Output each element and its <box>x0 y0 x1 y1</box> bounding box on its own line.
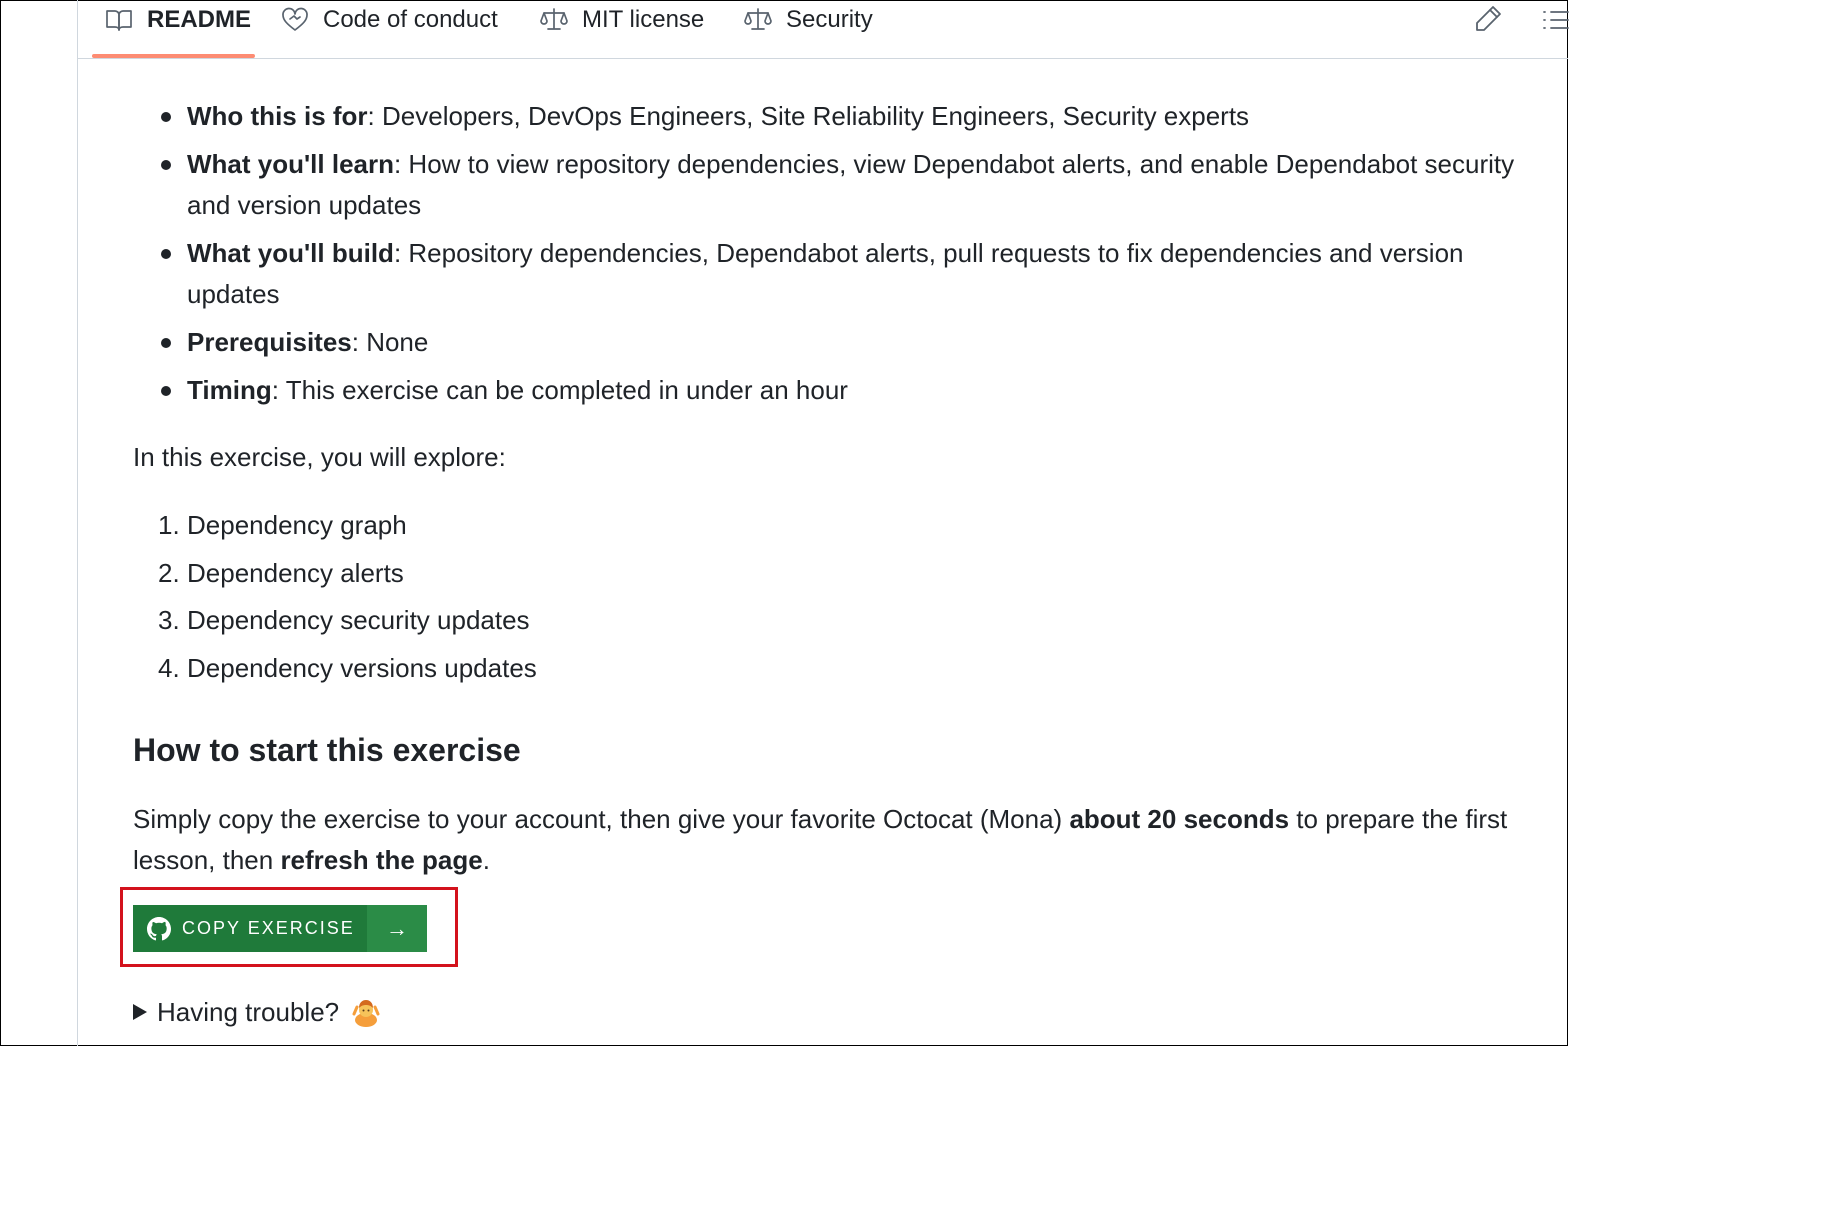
list-item: Who this is for: Developers, DevOps Engi… <box>133 96 1527 137</box>
list-item: Timing: This exercise can be completed i… <box>133 370 1527 411</box>
book-icon <box>106 10 132 31</box>
list-item: 2. Dependency alerts <box>158 557 404 588</box>
list-item: 1. Dependency graph <box>158 510 407 540</box>
list-item: What you'll learn: How to view repositor… <box>133 144 1527 226</box>
caret-right-icon <box>133 1004 147 1020</box>
github-mark-icon <box>147 916 171 940</box>
having-trouble-toggle[interactable]: Having trouble? <box>133 992 381 1032</box>
section-heading: How to start this exercise <box>133 732 521 768</box>
pencil-icon[interactable] <box>1474 3 1504 33</box>
tab-label: MIT license <box>582 6 705 33</box>
copy-exercise-label: COPY EXERCISE <box>182 918 355 938</box>
tab-code-of-conduct[interactable]: Code of conduct <box>281 0 498 40</box>
tab-label: README <box>147 6 252 33</box>
readme-tab-bar: README Code of conduct MIT license Secur… <box>78 0 1570 59</box>
tab-readme[interactable]: README <box>105 0 251 40</box>
start-instructions: Simply copy the exercise to your account… <box>133 804 1508 875</box>
list-icon[interactable] <box>1540 5 1570 35</box>
content-left-border <box>77 0 78 1046</box>
list-item: 3. Dependency security updates <box>158 605 530 635</box>
list-item: 4. Dependency versions updates <box>158 652 537 683</box>
law-icon <box>744 8 772 30</box>
copy-exercise-button[interactable]: COPY EXERCISE → <box>133 905 427 952</box>
active-tab-indicator <box>92 54 255 58</box>
code-of-conduct-icon <box>282 7 308 31</box>
tab-security[interactable]: Security <box>744 0 873 40</box>
having-trouble-label: Having trouble? <box>157 997 340 1027</box>
overview-list: Who this is for: Developers, DevOps Engi… <box>133 96 1527 418</box>
arrow-right-icon[interactable]: → <box>367 905 427 952</box>
list-item: What you'll build: Repository dependenci… <box>133 233 1527 315</box>
tab-label: Security <box>786 6 873 33</box>
intro-text: In this exercise, you will explore: <box>133 442 506 472</box>
tab-mit-license[interactable]: MIT license <box>540 0 704 40</box>
topics-list: 1. Dependency graph 2. Dependency alerts 3… <box>133 505 537 695</box>
law-icon <box>540 8 568 30</box>
tab-label: Code of conduct <box>323 6 498 33</box>
copy-exercise-label-area[interactable]: COPY EXERCISE <box>133 905 367 952</box>
list-item: Prerequisites: None <box>133 322 1527 363</box>
shrug-emoji-icon <box>352 1000 380 1027</box>
